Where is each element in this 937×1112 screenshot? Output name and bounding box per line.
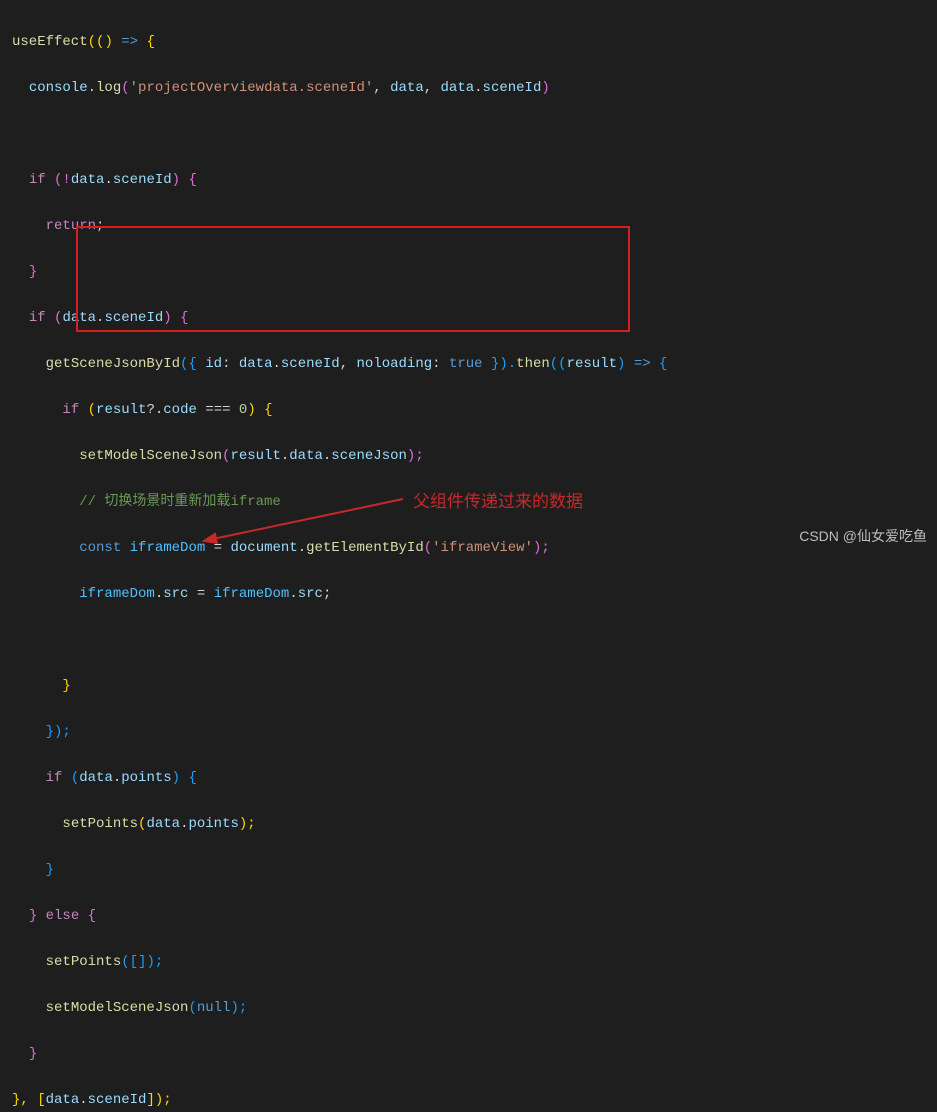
code-line: setPoints(data.points); <box>12 813 925 836</box>
code-line: setPoints([]); <box>12 951 925 974</box>
code-line: if (result?.code === 0) { <box>12 399 925 422</box>
code-line: } else { <box>12 905 925 928</box>
watermark: CSDN @仙女爱吃鱼 <box>799 525 927 548</box>
code-line: }); <box>12 721 925 744</box>
code-line: console.log('projectOverviewdata.sceneId… <box>12 77 925 100</box>
code-line: }, [data.sceneId]); <box>12 1089 925 1112</box>
code-line: if (!data.sceneId) { <box>12 169 925 192</box>
code-line <box>12 629 925 652</box>
code-line: getSceneJsonById({ id: data.sceneId, nol… <box>12 353 925 376</box>
code-line: return; <box>12 215 925 238</box>
code-line: } <box>12 675 925 698</box>
code-line: if (data.sceneId) { <box>12 307 925 330</box>
code-line: setModelSceneJson(null); <box>12 997 925 1020</box>
annotation-text: 父组件传递过来的数据 <box>413 490 583 513</box>
code-line: setModelSceneJson(result.data.sceneJson)… <box>12 445 925 468</box>
code-line: const iframeDom = document.getElementByI… <box>12 537 925 560</box>
code-line: if (data.points) { <box>12 767 925 790</box>
code-line: } <box>12 261 925 284</box>
code-line: } <box>12 1043 925 1066</box>
code-line: iframeDom.src = iframeDom.src; <box>12 583 925 606</box>
code-block: useEffect(() => { console.log('projectOv… <box>0 0 937 1112</box>
code-line <box>12 123 925 146</box>
code-line: } <box>12 859 925 882</box>
code-line: useEffect(() => { <box>12 31 925 54</box>
